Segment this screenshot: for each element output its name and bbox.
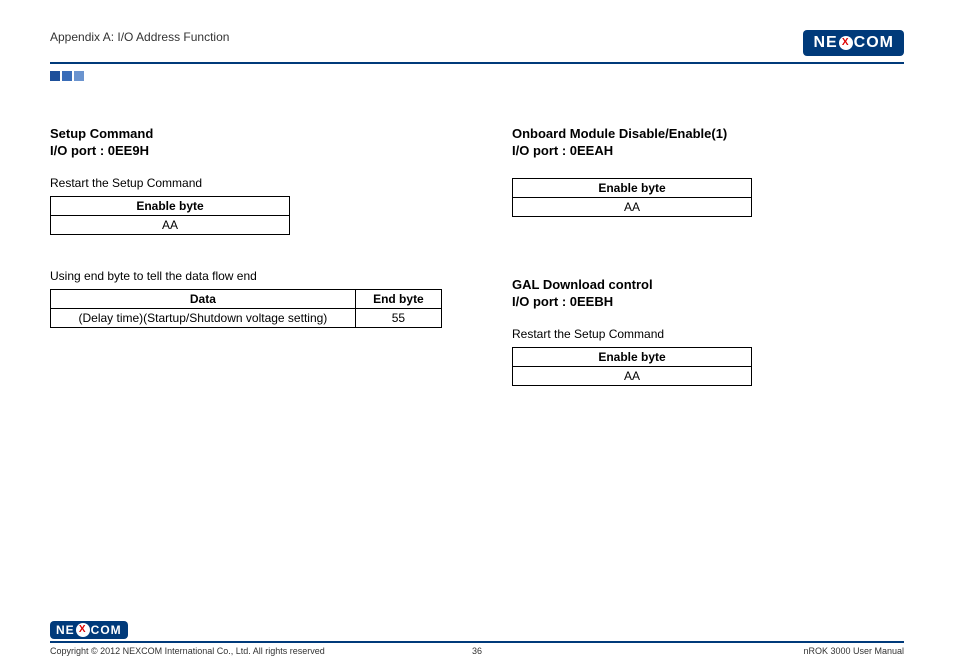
table-cell: AA — [513, 198, 752, 217]
table-header: Enable byte — [51, 197, 290, 216]
data-endbyte-table: Data End byte (Delay time)(Startup/Shutd… — [50, 289, 442, 328]
table-header: Enable byte — [513, 348, 752, 367]
enable-byte-table-1: Enable byte AA — [50, 196, 290, 235]
restart-label-2: Restart the Setup Command — [512, 327, 904, 341]
io-port-0ee9h: I/O port : 0EE9H — [50, 143, 442, 158]
enable-byte-table-3: Enable byte AA — [512, 347, 752, 386]
page-number: 36 — [472, 646, 482, 656]
page-footer: NEXCOM Copyright © 2012 NEXCOM Internati… — [50, 621, 904, 656]
table-header: Enable byte — [513, 179, 752, 198]
copyright-text: Copyright © 2012 NEXCOM International Co… — [50, 646, 325, 656]
appendix-title: Appendix A: I/O Address Function — [50, 30, 229, 44]
table-header: End byte — [355, 290, 441, 309]
header-squares-icon — [50, 68, 904, 86]
logo-x-icon: X — [76, 623, 90, 637]
logo-left: NE — [813, 34, 837, 52]
table-header: Data — [51, 290, 356, 309]
logo-right: COM — [854, 34, 894, 52]
left-column: Setup Command I/O port : 0EE9H Restart t… — [50, 126, 442, 386]
table-cell: AA — [513, 367, 752, 386]
header-divider — [50, 62, 904, 64]
right-column: Onboard Module Disable/Enable(1) I/O por… — [512, 126, 904, 386]
restart-label: Restart the Setup Command — [50, 176, 442, 190]
table-cell: AA — [51, 216, 290, 235]
logo-left: NE — [56, 623, 75, 637]
nexcom-logo-footer: NEXCOM — [50, 621, 128, 639]
logo-right: COM — [91, 623, 122, 637]
enable-byte-table-2: Enable byte AA — [512, 178, 752, 217]
flow-note: Using end byte to tell the data flow end — [50, 269, 442, 283]
footer-divider — [50, 641, 904, 643]
gal-download-title: GAL Download control — [512, 277, 904, 292]
nexcom-logo-header: NEXCOM — [803, 30, 904, 56]
table-cell: 55 — [355, 309, 441, 328]
onboard-module-title: Onboard Module Disable/Enable(1) — [512, 126, 904, 141]
table-cell: (Delay time)(Startup/Shutdown voltage se… — [51, 309, 356, 328]
io-port-0eebh: I/O port : 0EEBH — [512, 294, 904, 309]
logo-x-icon: X — [839, 36, 853, 50]
manual-name: nROK 3000 User Manual — [803, 646, 904, 656]
io-port-0eeah: I/O port : 0EEAH — [512, 143, 904, 158]
setup-command-title: Setup Command — [50, 126, 442, 141]
